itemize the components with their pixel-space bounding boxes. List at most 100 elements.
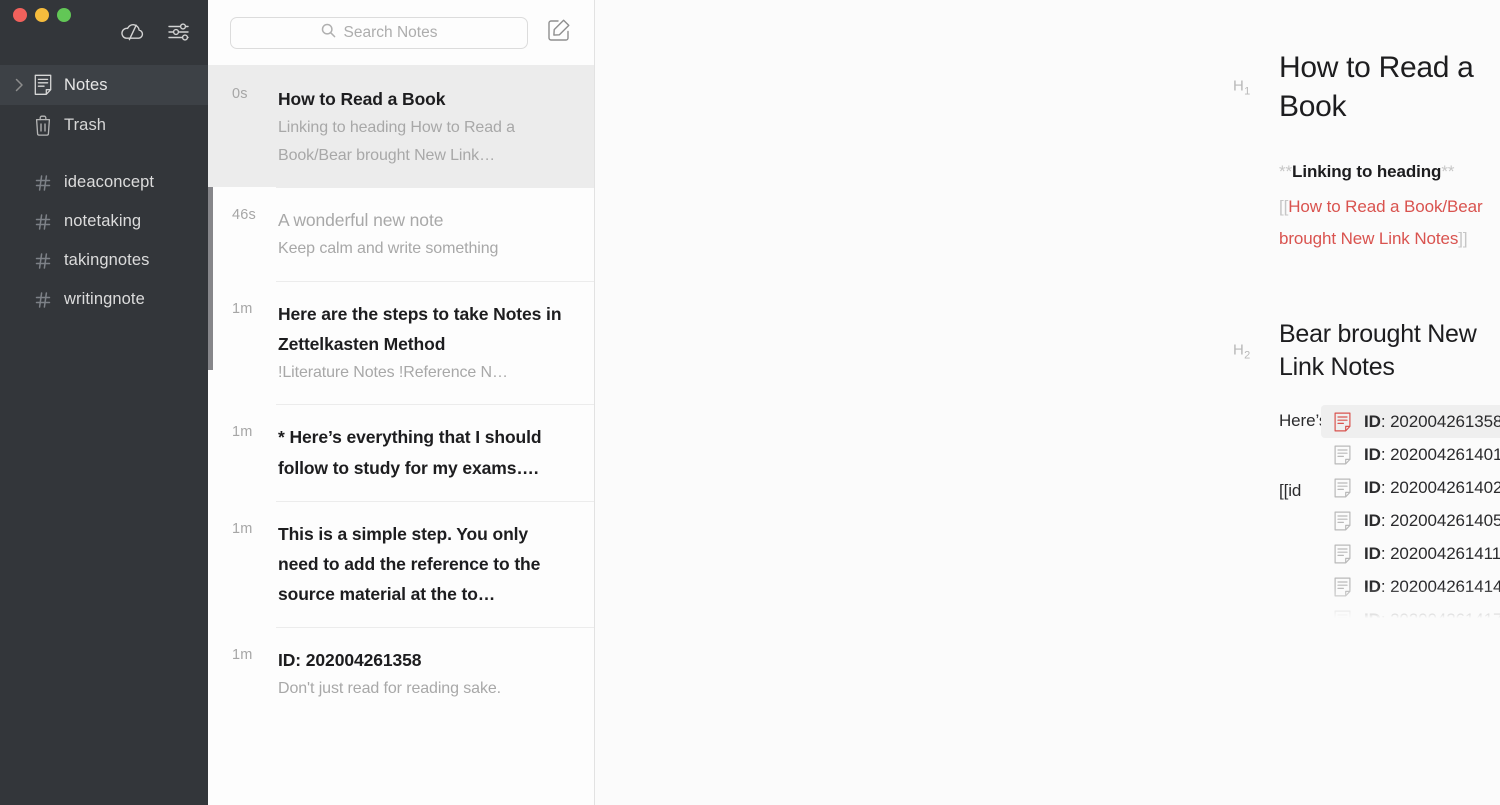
link-autocomplete-dropdown[interactable]: ID: 202004261358 ID: 202004261401 — [1321, 405, 1500, 627]
compose-icon — [546, 17, 572, 48]
hashtag-icon — [30, 291, 56, 309]
h2-marker: H2 — [1233, 341, 1251, 361]
note-preview: !Literature Notes !Reference N… — [278, 359, 570, 387]
note-title: How to Read a Book — [278, 84, 570, 114]
note-list-item[interactable]: 1m Here are the steps to take Notes in Z… — [208, 281, 594, 405]
markdown-asterisks-close: ** — [1441, 162, 1454, 181]
autocomplete-item-label: ID: 202004261414 — [1364, 577, 1500, 597]
autocomplete-item[interactable]: ID: 202004261405 — [1321, 504, 1500, 537]
note-timestamp: 1m — [232, 521, 253, 537]
note-list-item[interactable]: 1m This is a simple step. You only need … — [208, 501, 594, 627]
note-title: Here are the steps to take Notes in Zett… — [278, 299, 570, 359]
note-list-item[interactable]: 1m ID: 202004261358 Don't just read for … — [208, 627, 594, 721]
cloud-sync-off-icon[interactable] — [118, 17, 148, 47]
hashtag-icon — [30, 213, 56, 231]
markdown-asterisks-open: ** — [1279, 162, 1292, 181]
sidebar-tag-label: ideaconcept — [64, 173, 154, 192]
note-timestamp: 1m — [232, 424, 253, 440]
autocomplete-item-label: ID: 202004261411 — [1364, 544, 1500, 564]
note-icon — [1333, 477, 1352, 498]
note-editor-panel[interactable]: H1 How to Read a Book **Linking to headi… — [595, 0, 1500, 805]
note-list-item[interactable]: 1m * Here’s everything that I should fol… — [208, 404, 594, 500]
sidebar-tag-notetaking[interactable]: notetaking — [0, 202, 208, 241]
autocomplete-item-sep: : — [1381, 511, 1390, 530]
sidebar-item-notes-label: Notes — [64, 76, 108, 95]
bear-app-window: Notes Trash ideaconcept — [0, 0, 1500, 805]
sidebar-tag-ideaconcept[interactable]: ideaconcept — [0, 163, 208, 202]
bold-text: Linking to heading — [1292, 162, 1441, 181]
wiki-link-line[interactable]: [[How to Read a Book/Bear brought New Li… — [1279, 191, 1500, 254]
autocomplete-item-sep: : — [1381, 544, 1390, 563]
search-input[interactable]: Search Notes — [230, 17, 528, 49]
sidebar-item-notes[interactable]: Notes — [0, 65, 208, 105]
autocomplete-item-label: ID: 202004261358 — [1364, 412, 1500, 432]
autocomplete-item[interactable]: ID: 202004261417 — [1321, 603, 1500, 627]
note-preview: Keep calm and write something — [278, 235, 570, 263]
note-heading-2: Bear brought New Link Notes — [1279, 318, 1500, 383]
note-timestamp: 0s — [232, 86, 248, 102]
heading-2-block: H2 Bear brought New Link Notes — [1279, 318, 1500, 383]
autocomplete-item[interactable]: ID: 202004261358 — [1321, 405, 1500, 438]
sidebar-item-trash[interactable]: Trash — [0, 105, 208, 145]
autocomplete-item[interactable]: ID: 202004261402 — [1321, 471, 1500, 504]
autocomplete-item[interactable]: ID: 202004261401 — [1321, 438, 1500, 471]
sliders-icon[interactable] — [164, 17, 194, 47]
wiki-link-open-brackets: [[ — [1279, 197, 1288, 216]
autocomplete-item-label: ID: 202004261402 — [1364, 478, 1500, 498]
sidebar-tag-takingnotes[interactable]: takingnotes — [0, 241, 208, 280]
autocomplete-item-prefix: ID — [1364, 412, 1381, 431]
note-icon — [1333, 411, 1352, 432]
trash-icon — [30, 115, 56, 136]
traffic-lights — [13, 8, 71, 22]
note-list-panel: Search Notes 0s How to Read a Book Linki… — [208, 0, 595, 805]
autocomplete-item-sep: : — [1381, 610, 1390, 628]
sidebar-item-trash-label: Trash — [64, 116, 106, 135]
sidebar-tag-label: writingnote — [64, 290, 145, 309]
autocomplete-item-value: 202004261414 — [1390, 577, 1500, 596]
autocomplete-item-prefix: ID — [1364, 511, 1381, 530]
autocomplete-item-sep: : — [1381, 445, 1390, 464]
note-heading-1: How to Read a Book — [1279, 48, 1500, 126]
autocomplete-item-value: 202004261411 — [1390, 544, 1500, 563]
wiki-link-close-brackets: ]] — [1458, 229, 1467, 248]
sidebar: Notes Trash ideaconcept — [0, 0, 208, 805]
wiki-link-text[interactable]: How to Read a Book/Bear brought New Link… — [1279, 197, 1483, 247]
autocomplete-item-sep: : — [1381, 577, 1390, 596]
sidebar-divider-space — [0, 145, 208, 163]
h1-marker: H1 — [1233, 77, 1251, 97]
chevron-right-icon[interactable] — [8, 78, 30, 92]
hashtag-icon — [30, 252, 56, 270]
sidebar-tag-label: takingnotes — [64, 251, 150, 270]
autocomplete-item-prefix: ID — [1364, 544, 1381, 563]
close-window-button[interactable] — [13, 8, 27, 22]
sidebar-toolbar — [118, 17, 194, 47]
search-bar: Search Notes — [208, 0, 594, 66]
sidebar-tag-writingnote[interactable]: writingnote — [0, 280, 208, 319]
autocomplete-item-value: 202004261402 — [1390, 478, 1500, 497]
zoom-window-button[interactable] — [57, 8, 71, 22]
autocomplete-item-value: 202004261358 — [1390, 412, 1500, 431]
autocomplete-item-value: 202004261401 — [1390, 445, 1500, 464]
heading-1-block: H1 How to Read a Book — [1279, 48, 1500, 126]
note-timestamp: 1m — [232, 301, 253, 317]
autocomplete-item[interactable]: ID: 202004261411 — [1321, 537, 1500, 570]
note-icon — [1333, 576, 1352, 597]
note-timestamp: 46s — [232, 207, 256, 223]
note-title: This is a simple step. You only need to … — [278, 519, 570, 609]
autocomplete-item-value: 202004261405 — [1390, 511, 1500, 530]
autocomplete-item-sep: : — [1381, 478, 1390, 497]
note-title: A wonderful new note — [278, 205, 570, 235]
autocomplete-item[interactable]: ID: 202004261414 — [1321, 570, 1500, 603]
autocomplete-item-value: 202004261417 — [1390, 610, 1500, 628]
bold-markdown-line: **Linking to heading** — [1279, 156, 1500, 187]
autocomplete-item-label: ID: 202004261401 — [1364, 445, 1500, 465]
compose-note-button[interactable] — [542, 16, 576, 50]
autocomplete-item-label: ID: 202004261405 — [1364, 511, 1500, 531]
note-list-item[interactable]: 46s A wonderful new note Keep calm and w… — [208, 187, 594, 281]
note-icon — [1333, 543, 1352, 564]
search-placeholder: Search Notes — [344, 24, 438, 42]
note-icon — [1333, 510, 1352, 531]
minimize-window-button[interactable] — [35, 8, 49, 22]
note-list-item[interactable]: 0s How to Read a Book Linking to heading… — [208, 66, 594, 187]
hashtag-icon — [30, 174, 56, 192]
